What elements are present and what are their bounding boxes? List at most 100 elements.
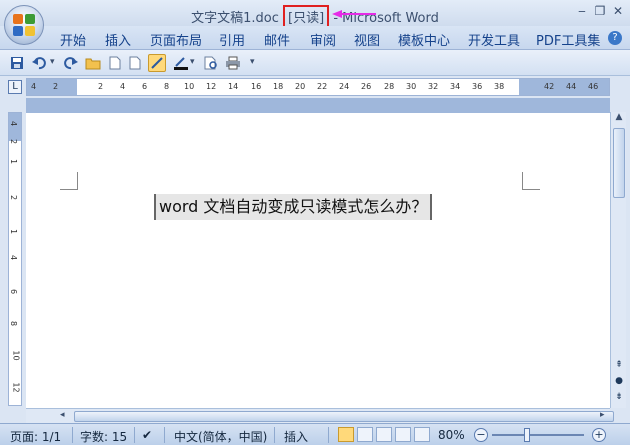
quick-access-toolbar: ▾ ▾ ▾ <box>0 50 630 76</box>
tab-template-center[interactable]: 模板中心 <box>398 30 450 49</box>
ruler-tick: 26 <box>361 82 372 91</box>
customize-toolbar-icon[interactable]: ▾ <box>250 57 255 67</box>
scroll-up-icon[interactable]: ▲ <box>611 112 627 126</box>
insert-mode[interactable]: 插入 <box>284 428 308 445</box>
tab-developer[interactable]: 开发工具 <box>468 30 520 49</box>
vertical-ruler[interactable]: 4 2 1 2 1 4 6 8 10 12 <box>8 112 22 406</box>
redo-icon[interactable] <box>62 54 80 72</box>
ruler-tick: 4 <box>9 254 19 261</box>
ruler-tick: 4 <box>120 82 126 91</box>
proofing-icon[interactable]: ✔ <box>142 428 152 442</box>
print-preview-icon[interactable] <box>202 54 220 72</box>
tab-view[interactable]: 视图 <box>354 30 380 49</box>
draft-view-icon[interactable] <box>414 427 430 442</box>
crop-mark-top-left <box>60 172 78 190</box>
zoom-slider-knob[interactable] <box>524 428 530 442</box>
full-screen-reading-view-icon[interactable] <box>357 427 373 442</box>
minimize-button[interactable]: ‒ <box>574 4 590 18</box>
scroll-right-icon[interactable]: ▸ <box>600 410 605 420</box>
ruler-tick: 18 <box>273 82 284 91</box>
top-margin <box>9 113 21 141</box>
ruler-tick: 34 <box>450 82 461 91</box>
close-button[interactable]: ✕ <box>610 4 626 18</box>
ruler-tick: 12 <box>206 82 217 91</box>
print-layout-view-icon[interactable] <box>338 427 354 442</box>
word-count[interactable]: 字数: 15 <box>80 428 127 445</box>
ruler-tick: 46 <box>588 82 599 91</box>
tab-insert[interactable]: 插入 <box>105 30 131 49</box>
horizontal-scroll-thumb[interactable] <box>74 411 614 422</box>
vertical-scroll-thumb[interactable] <box>613 128 625 198</box>
ruler-tick: 38 <box>494 82 505 91</box>
tab-mailings[interactable]: 邮件 <box>264 30 290 49</box>
ruler-tick: 28 <box>384 82 395 91</box>
zoom-in-button[interactable]: + <box>592 428 606 442</box>
title-bar: 文字文稿1.doc [只读] - Microsoft Word ‒ ❐ ✕ <box>0 0 630 28</box>
ruler-tick: 22 <box>317 82 328 91</box>
ruler-tick: 30 <box>406 82 417 91</box>
scroll-left-icon[interactable]: ◂ <box>60 410 65 420</box>
tab-selector[interactable]: L <box>8 80 22 94</box>
status-divider <box>274 427 275 443</box>
ruler-tick: 4 <box>9 120 19 127</box>
ruler-tick: 36 <box>472 82 483 91</box>
ruler-tick: 10 <box>184 82 195 91</box>
ruler-tick: 4 <box>31 82 37 91</box>
font-color-dropdown-icon[interactable]: ▾ <box>190 57 195 67</box>
ruler-tick: 42 <box>544 82 555 91</box>
language-indicator[interactable]: 中文(简体，中国) <box>174 428 267 445</box>
browse-object-icon[interactable]: ● <box>611 376 627 390</box>
horizontal-ruler[interactable]: 4 2 2 4 6 8 10 12 14 16 18 20 22 24 26 2… <box>26 78 610 96</box>
tab-references[interactable]: 引用 <box>219 30 245 49</box>
ruler-tick: 1 <box>9 158 19 165</box>
vertical-scrollbar[interactable]: ▲ ⇞ ● ⇟ <box>610 112 626 408</box>
status-divider <box>72 427 73 443</box>
undo-dropdown-icon[interactable]: ▾ <box>50 57 55 67</box>
document-page[interactable] <box>26 113 610 408</box>
window-title: 文字文稿1.doc [只读] - Microsoft Word <box>0 5 630 28</box>
ruler-tick: 32 <box>428 82 439 91</box>
ruler-tick: 12 <box>11 382 21 393</box>
web-layout-view-icon[interactable] <box>376 427 392 442</box>
open-folder-icon[interactable] <box>84 54 102 72</box>
zoom-out-button[interactable]: − <box>474 428 488 442</box>
new-document-icon[interactable] <box>106 54 124 72</box>
ruler-tick: 8 <box>164 82 170 91</box>
ruler-tick: 6 <box>142 82 148 91</box>
ruler-tick: 44 <box>566 82 577 91</box>
tab-pdf-tools[interactable]: PDF工具集 <box>536 30 600 49</box>
tab-review[interactable]: 审阅 <box>310 30 336 49</box>
next-page-icon[interactable]: ⇟ <box>611 392 627 406</box>
status-divider <box>134 427 135 443</box>
office-button[interactable] <box>4 5 44 45</box>
restore-button[interactable]: ❐ <box>592 4 608 18</box>
draw-pen-icon[interactable] <box>148 54 166 72</box>
ruler-tick: 20 <box>295 82 306 91</box>
save-icon[interactable] <box>8 54 26 72</box>
outline-view-icon[interactable] <box>395 427 411 442</box>
zoom-level[interactable]: 80% <box>438 428 465 442</box>
ribbon-tabs: 开始 插入 页面布局 引用 邮件 审阅 视图 模板中心 开发工具 PDF工具集 … <box>0 26 630 50</box>
ruler-tick: 2 <box>53 82 59 91</box>
tab-page-layout[interactable]: 页面布局 <box>150 30 202 49</box>
blank-page-icon[interactable] <box>126 54 144 72</box>
ruler-tick: 14 <box>228 82 239 91</box>
tab-home[interactable]: 开始 <box>60 30 86 49</box>
zoom-slider[interactable] <box>492 434 584 436</box>
annotation-arrow-icon <box>332 10 376 18</box>
help-icon[interactable]: ? <box>608 31 622 45</box>
horizontal-scrollbar[interactable]: ◂ ▸ <box>26 408 614 423</box>
undo-icon[interactable] <box>30 54 48 72</box>
ruler-tick: 2 <box>9 138 19 145</box>
print-icon[interactable] <box>224 54 242 72</box>
page-count[interactable]: 页面: 1/1 <box>10 428 61 445</box>
document-text[interactable]: word 文档自动变成只读模式怎么办？ <box>154 194 433 220</box>
ruler-tick: 24 <box>339 82 350 91</box>
ruler-tick: 16 <box>251 82 262 91</box>
font-color-icon[interactable] <box>172 54 190 72</box>
ruler-tick: 1 <box>9 228 19 235</box>
readonly-badge: [只读] <box>283 5 330 28</box>
status-bar: 页面: 1/1 字数: 15 ✔ 中文(简体，中国) 插入 80% − + <box>0 423 630 445</box>
previous-page-icon[interactable]: ⇞ <box>611 360 627 374</box>
status-divider <box>328 427 329 443</box>
